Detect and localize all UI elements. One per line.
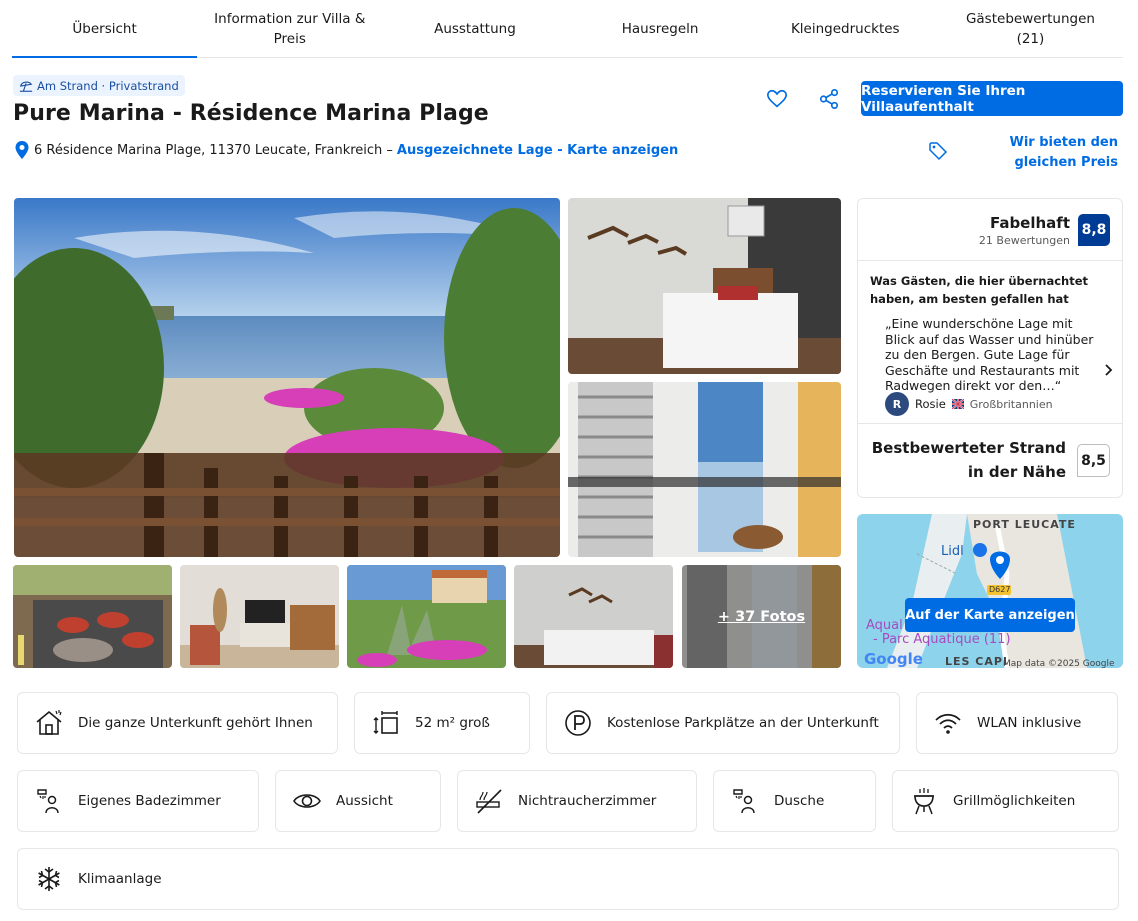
beach-umbrella-icon — [19, 81, 33, 92]
thumbnail-garden[interactable] — [347, 565, 506, 668]
living-room-image — [180, 565, 339, 668]
map-place-aquatic-park: - Parc Aquatique (11) — [873, 632, 1011, 647]
facility-private-bathroom: Eigenes Badezimmer — [17, 770, 259, 832]
thumbnail-living-room[interactable] — [180, 565, 339, 668]
page-title: Pure Marina - Résidence Marina Plage — [13, 101, 489, 126]
facility-shower: Dusche — [713, 770, 876, 832]
map-preview[interactable]: PORT LEUCATE Lidl D627 Aqual - Parc Aqua… — [857, 514, 1123, 668]
tab-guest-reviews[interactable]: Gästebewertungen (21) — [938, 0, 1123, 57]
map-place-aqualand: Aqual — [866, 618, 903, 633]
facility-entire-property: Die ganze Unterkunft gehört Ihnen — [17, 692, 338, 754]
beach-badge: Am Strand · Privatstrand — [13, 75, 185, 96]
size-icon — [373, 711, 398, 734]
favorite-button[interactable] — [761, 83, 793, 115]
avatar: R — [885, 392, 909, 416]
facility-label: Die ganze Unterkunft gehört Ihnen — [78, 715, 313, 731]
beach-score-badge: 8,5 — [1077, 444, 1110, 477]
facility-label: Kostenlose Parkplätze an der Unterkunft — [607, 715, 879, 731]
bedroom-wide-image — [514, 565, 673, 668]
more-photos-label[interactable]: + 37 Fotos — [682, 565, 841, 668]
map-place-lidl: Lidl — [941, 544, 964, 559]
facility-parking: Kostenlose Parkplätze an der Unterkunft — [546, 692, 900, 754]
tab-info-price[interactable]: Information zur Villa & Preis — [197, 0, 382, 57]
map-place-les-capi: LES CAPI — [945, 655, 1009, 668]
thumbnail-more-photos[interactable]: + 37 Fotos — [682, 565, 841, 668]
map-attribution: Map data ©2025 Google — [1003, 659, 1115, 668]
wifi-icon — [935, 713, 961, 734]
facility-label: WLAN inklusive — [977, 715, 1082, 731]
grill-icon — [914, 788, 934, 815]
tab-overview[interactable]: Übersicht — [12, 0, 198, 58]
terrace-dining-image — [13, 565, 172, 668]
facility-non-smoking: Nichtraucherzimmer — [457, 770, 697, 832]
bathroom-photo[interactable] — [568, 382, 841, 557]
address-line: 6 Résidence Marina Plage, 11370 Leucate,… — [14, 140, 678, 160]
tab-fine-print[interactable]: Kleingedrucktes — [753, 0, 938, 57]
thumbnail-terrace[interactable] — [13, 565, 172, 668]
facility-label: Eigenes Badezimmer — [78, 793, 221, 809]
facility-label: 52 m² groß — [415, 715, 490, 731]
map-road-label: D627 — [989, 585, 1011, 594]
bedroom-photo[interactable] — [568, 198, 841, 374]
review-quote: „Eine wunderschöne Lage mit Blick auf da… — [885, 316, 1094, 393]
parking-icon — [565, 710, 591, 736]
heart-icon — [767, 89, 787, 108]
address-text: 6 Résidence Marina Plage, 11370 Leucate,… — [34, 142, 393, 158]
no-smoking-icon — [476, 789, 502, 814]
facility-air-conditioning: Klimaanlage — [17, 848, 1119, 910]
tab-house-rules[interactable]: Hausregeln — [568, 0, 753, 57]
garden-image — [347, 565, 506, 668]
show-on-map-button[interactable]: Auf der Karte anzeigen — [905, 598, 1075, 632]
eye-icon — [293, 794, 321, 808]
reserve-button[interactable]: Reservieren Sie Ihren Villaaufenthalt — [861, 81, 1123, 116]
facility-label: Aussicht — [336, 793, 393, 809]
nav-tabs: Übersicht Information zur Villa & Preis … — [12, 0, 1123, 58]
facility-label: Nichtraucherzimmer — [518, 793, 657, 809]
share-button[interactable] — [813, 83, 845, 115]
facility-size: 52 m² groß — [354, 692, 530, 754]
chevron-right-icon[interactable] — [1102, 362, 1114, 378]
show-map-link[interactable]: Ausgezeichnete Lage - Karte anzeigen — [397, 143, 678, 158]
uk-flag-icon — [951, 399, 964, 409]
reviewer-name: Rosie — [915, 397, 946, 411]
location-pin-icon — [15, 141, 29, 159]
lake-view-image — [14, 198, 560, 557]
price-match-link[interactable]: Wir bieten den gleichen Preis — [956, 133, 1118, 173]
share-icon — [819, 89, 839, 109]
facility-label: Klimaanlage — [78, 871, 162, 887]
thumbnail-bedroom[interactable] — [514, 565, 673, 668]
tab-facilities[interactable]: Ausstattung — [382, 0, 567, 57]
review-count: 21 Bewertungen — [978, 234, 1070, 247]
badge-label: Am Strand · Privatstrand — [37, 78, 179, 93]
price-tag-icon — [929, 142, 948, 161]
beach-rating: Bestbewerteter Strand in der Nähe 8,5 — [858, 424, 1122, 497]
bedroom-image — [568, 198, 841, 374]
facility-label: Dusche — [774, 793, 825, 809]
beach-rating-label: Bestbewerteter Strand in der Nähe — [871, 439, 1066, 481]
shower-icon — [733, 789, 755, 814]
facility-wifi: WLAN inklusive — [916, 692, 1118, 754]
highlight-heading: Was Gästen, die hier übernachtet haben, … — [870, 274, 1089, 306]
facility-label: Grillmöglichkeiten — [953, 793, 1076, 809]
snowflake-icon — [38, 867, 60, 891]
reviewer: R Rosie Großbritannien — [885, 392, 1053, 416]
map-place-port-leucate: PORT LEUCATE — [973, 518, 1076, 531]
bathroom-icon — [37, 789, 59, 814]
facility-bbq: Grillmöglichkeiten — [892, 770, 1119, 832]
review-score-badge: 8,8 — [1078, 214, 1110, 246]
facility-view: Aussicht — [275, 770, 441, 832]
main-photo[interactable] — [14, 198, 560, 557]
review-summary[interactable]: Fabelhaft 21 Bewertungen 8,8 — [858, 199, 1122, 261]
price-match[interactable]: Wir bieten den gleichen Preis — [928, 133, 1118, 173]
rating-word: Fabelhaft — [989, 214, 1070, 232]
reviewer-country: Großbritannien — [969, 397, 1053, 411]
google-logo: Google — [864, 650, 923, 668]
house-icon — [36, 710, 62, 735]
bathroom-image — [568, 382, 841, 557]
